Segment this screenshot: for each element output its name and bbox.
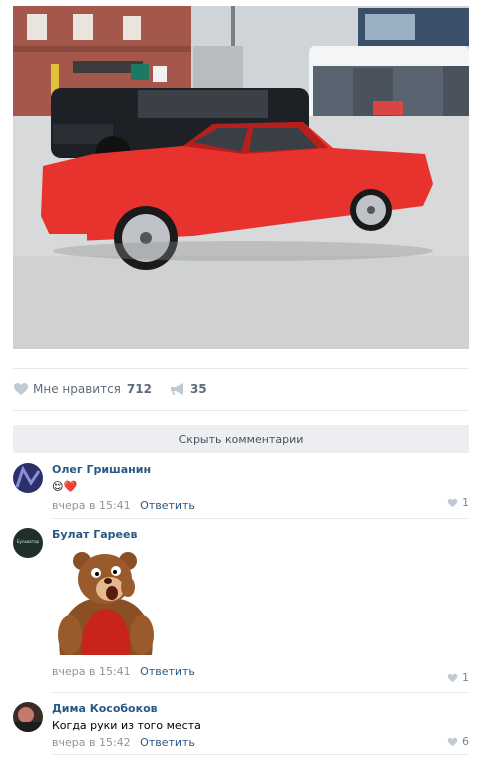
comment-author[interactable]: Булат Гареев bbox=[52, 528, 469, 541]
comment-time[interactable]: вчера в 15:41 bbox=[52, 665, 131, 678]
divider bbox=[52, 518, 469, 519]
avatar[interactable] bbox=[13, 463, 43, 493]
megaphone-icon[interactable] bbox=[170, 382, 186, 396]
avatar[interactable]: Бульватор bbox=[13, 528, 43, 558]
comment-time[interactable]: вчера в 15:42 bbox=[52, 736, 131, 749]
divider bbox=[13, 368, 469, 369]
heart-icon bbox=[447, 498, 458, 507]
comment-text: Когда руки из того места bbox=[52, 719, 201, 732]
heart-icon[interactable] bbox=[13, 382, 29, 396]
comment-like[interactable]: 1 bbox=[447, 671, 469, 684]
heart-icon bbox=[447, 737, 458, 746]
comment-like-count: 6 bbox=[462, 735, 469, 748]
divider bbox=[13, 410, 469, 411]
comment-like-count: 1 bbox=[462, 671, 469, 684]
share-count: 35 bbox=[189, 382, 207, 396]
reply-link[interactable]: Ответить bbox=[140, 736, 195, 749]
bear-sticker bbox=[52, 547, 160, 659]
avatar-caption: Бульватор bbox=[16, 539, 40, 544]
comment-author[interactable]: Дима Кособоков bbox=[52, 702, 469, 715]
comment-like[interactable]: 1 bbox=[447, 496, 469, 509]
comment-text: 😌❤️ bbox=[52, 480, 78, 493]
like-count: 712 bbox=[126, 382, 152, 396]
avatar[interactable] bbox=[13, 702, 43, 732]
like-label[interactable]: Мне нравится bbox=[33, 382, 121, 396]
comment-item: Дима Кособоков Когда руки из того места … bbox=[13, 702, 469, 750]
hide-comments-button[interactable]: Скрыть комментарии bbox=[13, 425, 469, 453]
car-photo-illustration bbox=[13, 6, 469, 349]
reply-link[interactable]: Ответить bbox=[140, 665, 195, 678]
comment-author[interactable]: Олег Гришанин bbox=[52, 463, 469, 476]
heart-icon bbox=[447, 673, 458, 682]
divider bbox=[52, 692, 469, 693]
reply-link[interactable]: Ответить bbox=[140, 499, 195, 512]
comment-item: Бульватор Булат Гареев вчера в 15:41 Отв… bbox=[13, 528, 469, 686]
comment-item: Олег Гришанин 😌❤️ вчера в 15:41 Ответить… bbox=[13, 463, 469, 512]
post-photo[interactable] bbox=[13, 6, 469, 349]
post-actions: Мне нравится 712 35 bbox=[13, 378, 225, 400]
comment-like-count: 1 bbox=[462, 496, 469, 509]
comment-like[interactable]: 6 bbox=[447, 735, 469, 748]
divider bbox=[52, 754, 469, 755]
comment-time[interactable]: вчера в 15:41 bbox=[52, 499, 131, 512]
